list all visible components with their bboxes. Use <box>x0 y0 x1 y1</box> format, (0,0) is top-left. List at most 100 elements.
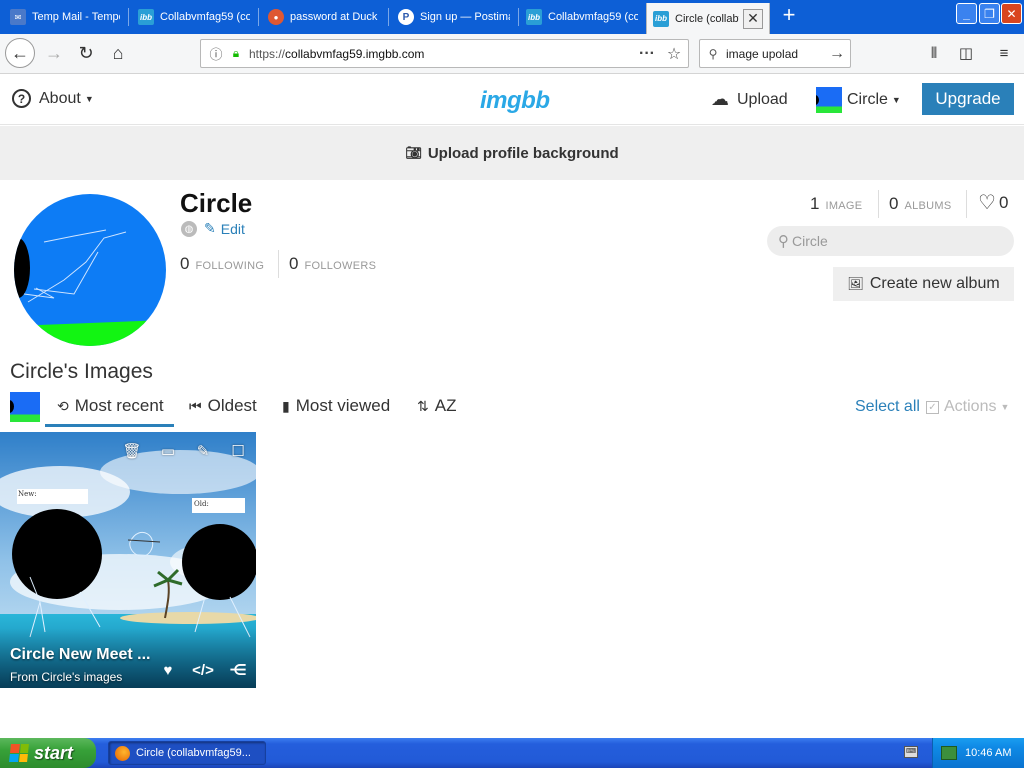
art-label-old: Old: <box>194 500 209 508</box>
new-tab-icon[interactable]: + <box>778 4 800 28</box>
tab-label: Collabvmfag59 (co <box>160 11 250 23</box>
forward-arrow-icon[interactable]: → <box>39 38 69 68</box>
followers-count: 0 <box>289 254 299 273</box>
actions-label: Actions <box>944 398 997 415</box>
tab-divider <box>128 8 129 26</box>
search-go-arrow-icon[interactable]: → <box>824 45 850 63</box>
maximize-window-icon[interactable]: ❐ <box>979 3 1000 24</box>
network-icon[interactable] <box>941 746 957 760</box>
tab-divider <box>388 8 389 26</box>
user-menu[interactable]: Circle ▼ <box>816 87 901 113</box>
start-label: start <box>34 742 74 763</box>
trash-icon[interactable]: 🗑︎ <box>121 440 143 462</box>
stat-divider <box>278 250 279 278</box>
browser-nav-bar: ← → ↻ ⌂ ⓘ 🔒︎ https://collabvmfag59.imgbb… <box>0 34 1024 74</box>
edit-icon[interactable]: ✎ <box>192 440 214 462</box>
upgrade-button[interactable]: Upgrade <box>922 83 1014 115</box>
search-placeholder: Circle <box>792 233 828 249</box>
taskbar-window-button[interactable]: Circle (collabvmfag59... <box>108 741 266 765</box>
image-title[interactable]: Circle New Meet ... <box>10 646 170 664</box>
search-input[interactable]: image upolad <box>726 47 824 61</box>
info-icon[interactable]: ⓘ <box>205 44 227 63</box>
select-checkbox-icon[interactable]: ☐ <box>227 440 249 462</box>
like-heart-icon[interactable]: ♥ <box>157 660 179 680</box>
back-arrow-icon[interactable]: ← <box>5 38 35 68</box>
albums-label: ALBUMS <box>904 200 952 212</box>
actions-menu[interactable]: ✓ Actions ▼ <box>926 398 1009 416</box>
ibb-icon: ibb <box>526 9 542 25</box>
reload-icon[interactable]: ↻ <box>71 38 101 68</box>
system-tray: 10:46 AM <box>932 738 1024 768</box>
followers-label: FOLLOWERS <box>304 260 377 272</box>
following-label: FOLLOWING <box>195 260 265 272</box>
tab-label: Sign up — Postima <box>420 11 510 23</box>
user-avatar <box>816 87 842 113</box>
mail-icon: ✉ <box>10 9 26 25</box>
create-album-label: Create new album <box>869 275 1000 292</box>
fast-backward-icon: ⏮ <box>189 397 202 414</box>
image-icon[interactable]: ▭ <box>157 440 179 462</box>
home-icon[interactable]: ⌂ <box>103 38 133 68</box>
browser-tab-postimage[interactable]: P Sign up — Postima <box>392 4 516 30</box>
about-menu[interactable]: ? About ▼ <box>12 89 94 108</box>
albums-count: 0 <box>889 194 899 213</box>
user-images-search-input[interactable]: ⚲ Circle <box>767 226 1014 256</box>
embed-code-icon[interactable]: </> <box>192 660 214 680</box>
bookmark-star-icon[interactable]: ☆ <box>660 44 688 64</box>
user-avatar[interactable] <box>10 392 40 422</box>
followers-stat[interactable]: 0 FOLLOWERS <box>289 254 376 274</box>
albums-stat[interactable]: 0 ALBUMS <box>889 194 952 214</box>
minimize-window-icon[interactable]: _ <box>956 3 977 24</box>
lock-icon: 🔒︎ <box>232 46 240 60</box>
tab-label: Temp Mail - Tempo <box>32 11 120 23</box>
keyboard-icon[interactable]: ⌨ <box>904 746 918 758</box>
share-icon[interactable]: ⋲ <box>227 660 249 680</box>
sidebar-icon[interactable]: ◫ <box>955 42 977 64</box>
site-header: ? About ▼ imgbb ☁ Upload Circle ▼ <box>0 75 1024 125</box>
logo-pane <box>19 744 29 753</box>
ibb-icon: ibb <box>138 9 154 25</box>
close-window-icon[interactable]: ✕ <box>1001 3 1022 24</box>
likes-count: 0 <box>998 192 1009 212</box>
cloud-upload-icon: ☁ <box>711 89 729 109</box>
create-new-album-button[interactable]: 🖼︎ Create new album <box>833 267 1014 301</box>
site-logo[interactable]: imgbb <box>480 87 550 115</box>
checkbox-icon: ✓ <box>926 400 939 414</box>
following-stat[interactable]: 0 FOLLOWING <box>180 254 264 274</box>
profile-avatar[interactable] <box>14 194 166 346</box>
tab-divider <box>518 8 519 26</box>
search-bar[interactable]: ⚲ image upolad → <box>699 39 851 68</box>
hamburger-menu-icon[interactable]: ≡ <box>993 42 1015 64</box>
image-subtitle[interactable]: From Circle's images <box>10 670 122 684</box>
browser-tab-collabvm-2[interactable]: ibb Collabvmfag59 (co <box>520 4 644 30</box>
browser-tab-circle-active[interactable]: ibb Circle (collabv ✕ <box>646 3 770 34</box>
start-button[interactable]: start <box>0 738 96 768</box>
page-actions-icon[interactable]: ··· <box>634 45 660 63</box>
sort-tab-az[interactable]: ⇅ AZ <box>417 396 456 416</box>
logo-pane <box>10 744 20 753</box>
sort-tab-most-recent[interactable]: ⟲ Most recent <box>45 396 174 427</box>
close-tab-icon[interactable]: ✕ <box>743 8 763 29</box>
clock[interactable]: 10:46 AM <box>965 747 1011 759</box>
images-stat[interactable]: 1 IMAGE <box>810 194 862 214</box>
edit-profile-link[interactable]: ✎ Edit <box>204 220 245 237</box>
url-bar[interactable]: ⓘ 🔒︎ https://collabvmfag59.imgbb.com ···… <box>200 39 689 68</box>
sort-tab-most-viewed[interactable]: ▮ Most viewed <box>282 396 390 416</box>
banner-label: Upload profile background <box>427 144 619 162</box>
upload-profile-background-button[interactable]: 📷︎ Upload profile background <box>0 126 1024 180</box>
select-all-link[interactable]: Select all <box>855 398 920 416</box>
browser-tab-duckduckgo[interactable]: ● password at Duck <box>262 4 386 30</box>
browser-tab-collabvm-1[interactable]: ibb Collabvmfag59 (co <box>132 4 256 30</box>
browser-tab-temp-mail[interactable]: ✉ Temp Mail - Tempo <box>4 4 126 30</box>
windows-taskbar: start Circle (collabvmfag59... ⌨ 10:46 A… <box>0 738 1024 768</box>
url-text[interactable]: https://collabvmfag59.imgbb.com <box>245 47 634 61</box>
tab-label: Collabvmfag59 (co <box>548 11 638 23</box>
profile-name: Circle <box>180 188 253 218</box>
upload-button[interactable]: ☁ Upload <box>711 89 788 110</box>
library-icon[interactable]: ⫴ <box>923 42 945 64</box>
following-count: 0 <box>180 254 190 273</box>
ibb-icon: ibb <box>653 10 669 27</box>
sort-tab-oldest[interactable]: ⏮ Oldest <box>189 396 257 416</box>
likes-stat[interactable]: ♡ 0 <box>978 190 1008 215</box>
stat-divider <box>966 190 967 218</box>
